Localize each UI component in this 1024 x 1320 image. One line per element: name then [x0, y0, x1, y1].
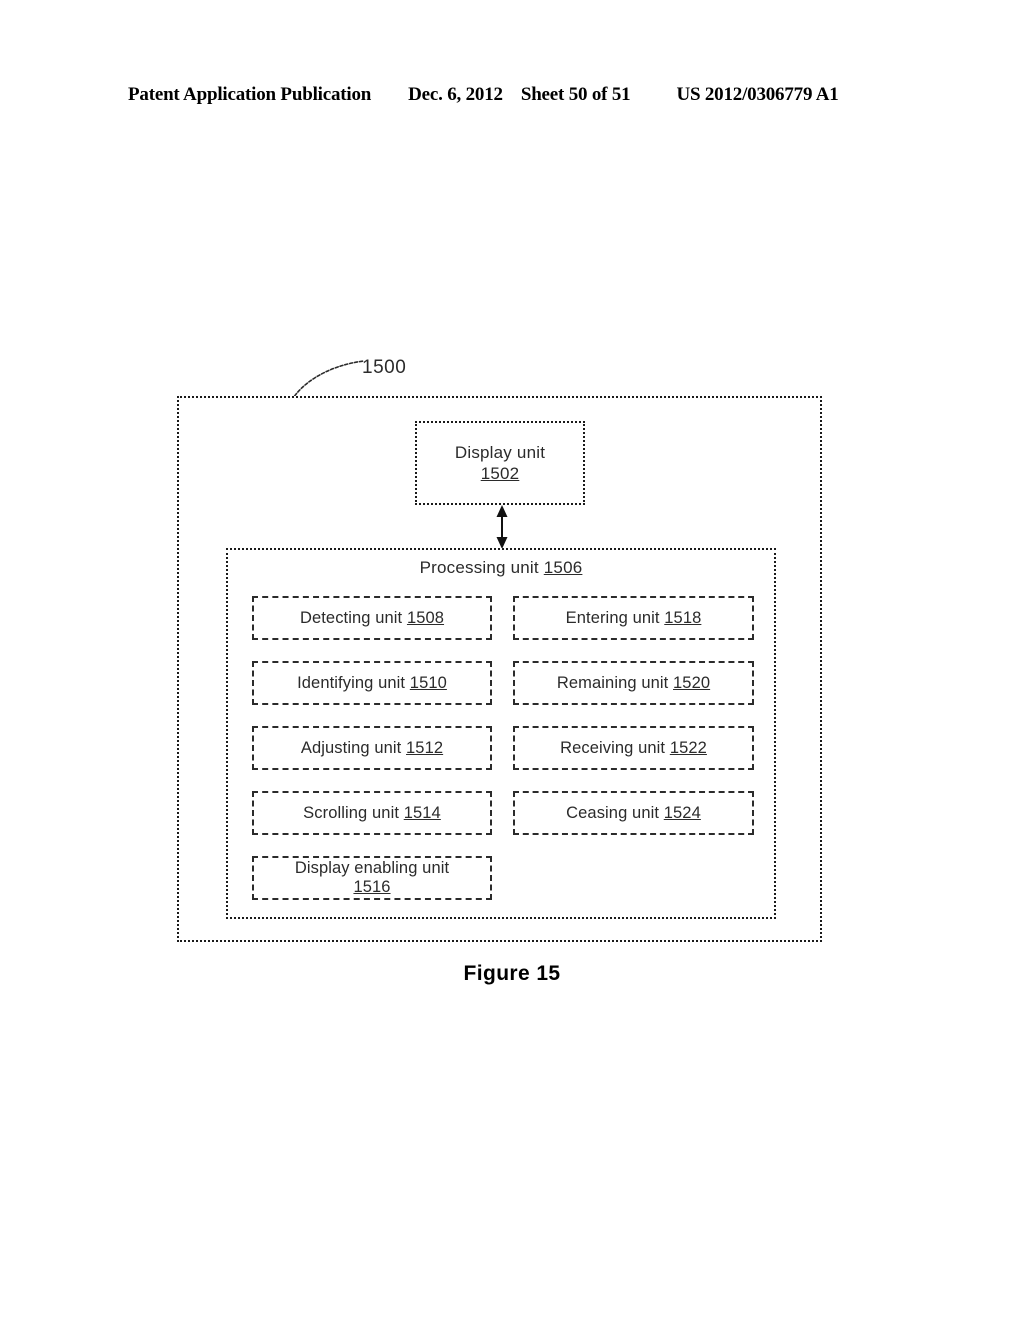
unit-box-display-enabling-label: Display enabling unit — [294, 859, 450, 878]
unit-box-detecting-ref: 1508 — [406, 608, 445, 627]
processing-unit-ref: 1506 — [543, 558, 583, 577]
unit-box-receiving-label: Receiving unit — [560, 738, 666, 757]
unit-box-ceasing-text: Ceasing unit 1524 — [566, 804, 701, 823]
unit-box-adjusting: Adjusting unit 1512 — [252, 726, 492, 770]
figure-caption: Figure 15 — [463, 962, 561, 985]
unit-box-receiving-ref: 1522 — [669, 738, 707, 757]
processing-unit-label: Processing unit — [419, 558, 539, 577]
right-unit-column: Entering unit 1518 Remaining unit 1520 R… — [513, 596, 754, 856]
unit-box-receiving: Receiving unit 1522 — [513, 726, 754, 770]
unit-box-detecting-text: Detecting unit 1508 — [300, 609, 444, 628]
unit-box-display-enabling-ref: 1516 — [353, 878, 391, 896]
unit-box-ceasing: Ceasing unit 1524 — [513, 791, 754, 835]
unit-box-ceasing-label: Ceasing unit — [566, 803, 660, 822]
display-unit-label: Display unit — [454, 442, 546, 462]
unit-box-identifying-ref: 1510 — [409, 673, 447, 692]
unit-box-entering: Entering unit 1518 — [513, 596, 754, 640]
figure-15-diagram: 1500 Display unit 1502 Processing unit 1… — [0, 0, 1024, 1320]
unit-box-adjusting-label: Adjusting unit — [300, 738, 402, 757]
unit-box-scrolling-text: Scrolling unit 1514 — [303, 804, 441, 823]
unit-box-detecting-label: Detecting unit — [299, 608, 403, 627]
unit-box-remaining-text: Remaining unit 1520 — [557, 674, 710, 693]
unit-box-entering-text: Entering unit 1518 — [566, 609, 702, 628]
unit-box-display-enabling: Display enabling unit 1516 — [252, 856, 492, 900]
unit-box-receiving-text: Receiving unit 1522 — [560, 739, 707, 758]
left-unit-column: Detecting unit 1508 Identifying unit 151… — [252, 596, 492, 921]
unit-box-remaining-ref: 1520 — [673, 673, 711, 692]
unit-box-entering-ref: 1518 — [664, 608, 702, 627]
unit-box-adjusting-ref: 1512 — [406, 738, 444, 757]
unit-box-scrolling-ref: 1514 — [403, 803, 441, 822]
processing-unit-title: Processing unit 1506 — [228, 558, 774, 578]
unit-box-adjusting-text: Adjusting unit 1512 — [301, 739, 443, 758]
processing-unit-box: Processing unit 1506 Detecting unit 1508… — [226, 548, 776, 919]
unit-box-identifying: Identifying unit 1510 — [252, 661, 492, 705]
unit-box-remaining: Remaining unit 1520 — [513, 661, 754, 705]
unit-box-scrolling: Scrolling unit 1514 — [252, 791, 492, 835]
system-reference-1500: 1500 — [362, 357, 407, 378]
unit-box-identifying-label: Identifying unit — [297, 673, 406, 692]
unit-box-identifying-text: Identifying unit 1510 — [297, 674, 447, 693]
display-unit-box: Display unit 1502 — [415, 421, 585, 505]
unit-box-detecting: Detecting unit 1508 — [252, 596, 492, 640]
display-unit-ref: 1502 — [480, 463, 520, 483]
unit-box-scrolling-label: Scrolling unit — [303, 803, 400, 822]
unit-box-ceasing-ref: 1524 — [663, 803, 701, 822]
bidirectional-arrow-icon — [496, 505, 508, 549]
unit-box-entering-label: Entering unit — [565, 608, 660, 627]
unit-box-remaining-label: Remaining unit — [556, 673, 669, 692]
